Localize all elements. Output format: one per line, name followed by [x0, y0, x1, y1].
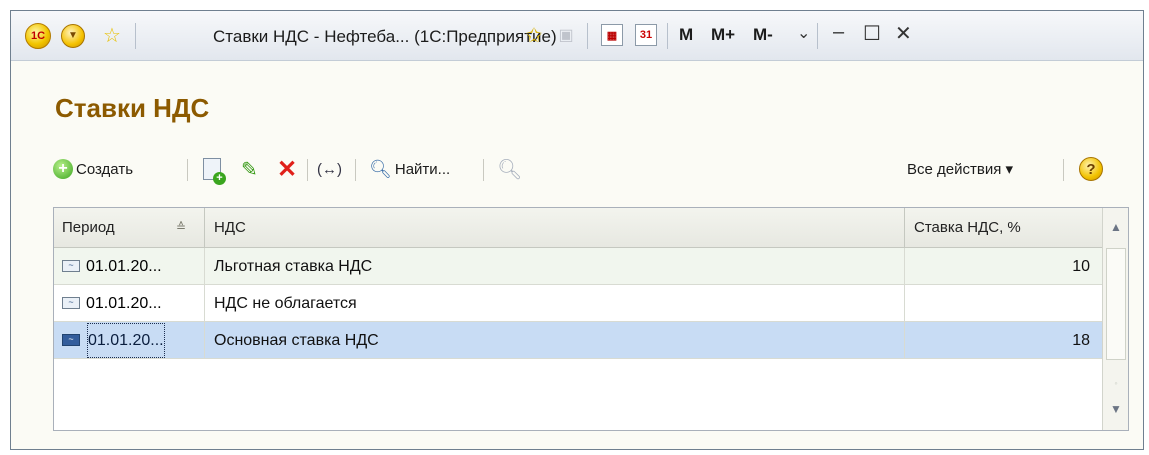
cell-period: 01.01.20...	[86, 322, 166, 359]
cell-period: 01.01.20...	[86, 295, 162, 312]
table-row[interactable]: ~ 01.01.20... НДС не облагается	[54, 285, 1102, 322]
column-header-vat[interactable]: НДС	[206, 208, 896, 248]
app-logo-text: 1С	[30, 30, 46, 42]
toolbar-separator	[483, 159, 484, 181]
cell-divider	[204, 285, 205, 322]
maximize-button[interactable]: ☐	[863, 21, 881, 46]
cell-rate: 10	[1072, 258, 1090, 275]
window-title: Ставки НДС - Нефтеба... (1С:Предприятие)	[213, 27, 557, 46]
column-header-period-label: Период	[62, 219, 115, 236]
cell-rate: 18	[1072, 332, 1090, 349]
toolbar-separator	[187, 159, 188, 181]
find-button[interactable]: 🔍︎ Найти...	[369, 151, 450, 187]
table-row-selected[interactable]: ~ 01.01.20... Основная ставка НДС 18	[54, 322, 1102, 359]
column-divider[interactable]	[904, 208, 905, 248]
cell-vat: НДС не облагается	[214, 295, 357, 312]
star-plus-icon: ✩	[525, 24, 543, 47]
period-record-icon: ~	[62, 334, 80, 346]
cell-divider	[904, 322, 905, 359]
change-mode-button[interactable]: (↔)	[317, 151, 342, 187]
vat-rates-table[interactable]: Период ≙ НДС Ставка НДС, % ~ 01.01.20...…	[53, 207, 1129, 431]
memory-plus-button[interactable]: M+	[711, 25, 735, 45]
table-row[interactable]: ~ 01.01.20... Льготная ставка НДС 10	[54, 248, 1102, 285]
delete-icon: ✕	[277, 155, 298, 183]
window-menu-button[interactable]: ⌄	[797, 23, 810, 43]
all-actions-button[interactable]: Все действия ▾	[907, 151, 1013, 187]
vertical-scrollbar[interactable]: ▲ ◦ ▼	[1102, 208, 1128, 430]
cell-divider	[904, 285, 905, 322]
toolbar-separator	[1063, 159, 1064, 181]
table-header: Период ≙ НДС Ставка НДС, %	[54, 208, 1102, 248]
toolbar-separator	[355, 159, 356, 181]
chevron-down-icon: ▼	[68, 30, 78, 41]
help-button[interactable]: ?	[1079, 151, 1103, 187]
title-bar: 1С ▼ ☆ Ставки НДС - Нефтеба... (1С:Предп…	[11, 11, 1143, 61]
cell-vat: Основная ставка НДС	[214, 332, 379, 349]
column-header-rate-label: Ставка НДС, %	[914, 219, 1021, 236]
column-header-rate[interactable]: Ставка НДС, %	[906, 208, 1102, 248]
cell-divider	[204, 322, 205, 359]
title-separator	[135, 23, 136, 49]
star-icon: ☆	[103, 24, 121, 47]
edit-button[interactable]: ✎	[241, 151, 258, 187]
calculator-icon[interactable]: ▦	[601, 24, 623, 46]
main-menu-button[interactable]: ▼	[61, 24, 85, 48]
expand-arrows-icon: (↔)	[317, 160, 342, 178]
cell-rate	[906, 285, 1102, 322]
title-separator	[667, 23, 668, 49]
memory-button[interactable]: M	[679, 25, 693, 45]
command-bar: + Создать ✎ ✕ (↔) 🔍︎ Найти... 🔍︎ Все дей…	[53, 151, 1133, 187]
copy-icon	[203, 158, 226, 185]
app-window: 1С ▼ ☆ Ставки НДС - Нефтеба... (1С:Предп…	[10, 10, 1144, 450]
create-button[interactable]: + Создать	[53, 151, 133, 187]
cell-vat: Льготная ставка НДС	[214, 258, 373, 275]
memory-minus-button[interactable]: M-	[753, 25, 773, 45]
cell-divider	[204, 248, 205, 285]
column-divider[interactable]	[204, 208, 205, 248]
copy-button[interactable]	[203, 151, 226, 187]
period-record-icon: ~	[62, 297, 80, 309]
scroll-up-icon[interactable]: ▲	[1103, 212, 1129, 242]
scroll-down-icon[interactable]: ▼	[1103, 394, 1129, 424]
find-label: Найти...	[394, 160, 451, 178]
all-actions-label: Все действия ▾	[907, 161, 1014, 178]
bookmark-icon[interactable]: ▣	[555, 23, 577, 47]
scrollbar-thumb[interactable]	[1106, 248, 1126, 360]
plus-icon: +	[53, 159, 73, 179]
cancel-search-icon: 🔍︎	[497, 158, 523, 181]
search-icon: 🔍︎	[369, 158, 392, 179]
add-to-favorites-icon[interactable]: ✩	[521, 22, 547, 48]
create-label: Создать	[76, 160, 134, 178]
app-logo-icon[interactable]: 1С	[25, 23, 51, 49]
page-title: Ставки НДС	[55, 93, 210, 123]
title-separator	[587, 23, 588, 49]
calendar-icon[interactable]: 31	[635, 24, 657, 46]
column-header-vat-label: НДС	[214, 219, 246, 236]
close-button[interactable]: ✕	[895, 21, 912, 46]
help-icon: ?	[1079, 157, 1103, 181]
title-separator	[817, 23, 818, 49]
favorites-star-icon[interactable]: ☆	[99, 22, 125, 48]
cancel-search-button: 🔍︎	[497, 151, 522, 187]
toolbar-separator	[307, 159, 308, 181]
sort-ascending-icon[interactable]: ≙	[176, 220, 186, 234]
pencil-icon: ✎	[241, 158, 258, 181]
cell-divider	[904, 248, 905, 285]
delete-button[interactable]: ✕	[277, 151, 297, 187]
minimize-button[interactable]: –	[833, 21, 844, 44]
period-record-icon: ~	[62, 260, 80, 272]
cell-period: 01.01.20...	[86, 258, 162, 275]
